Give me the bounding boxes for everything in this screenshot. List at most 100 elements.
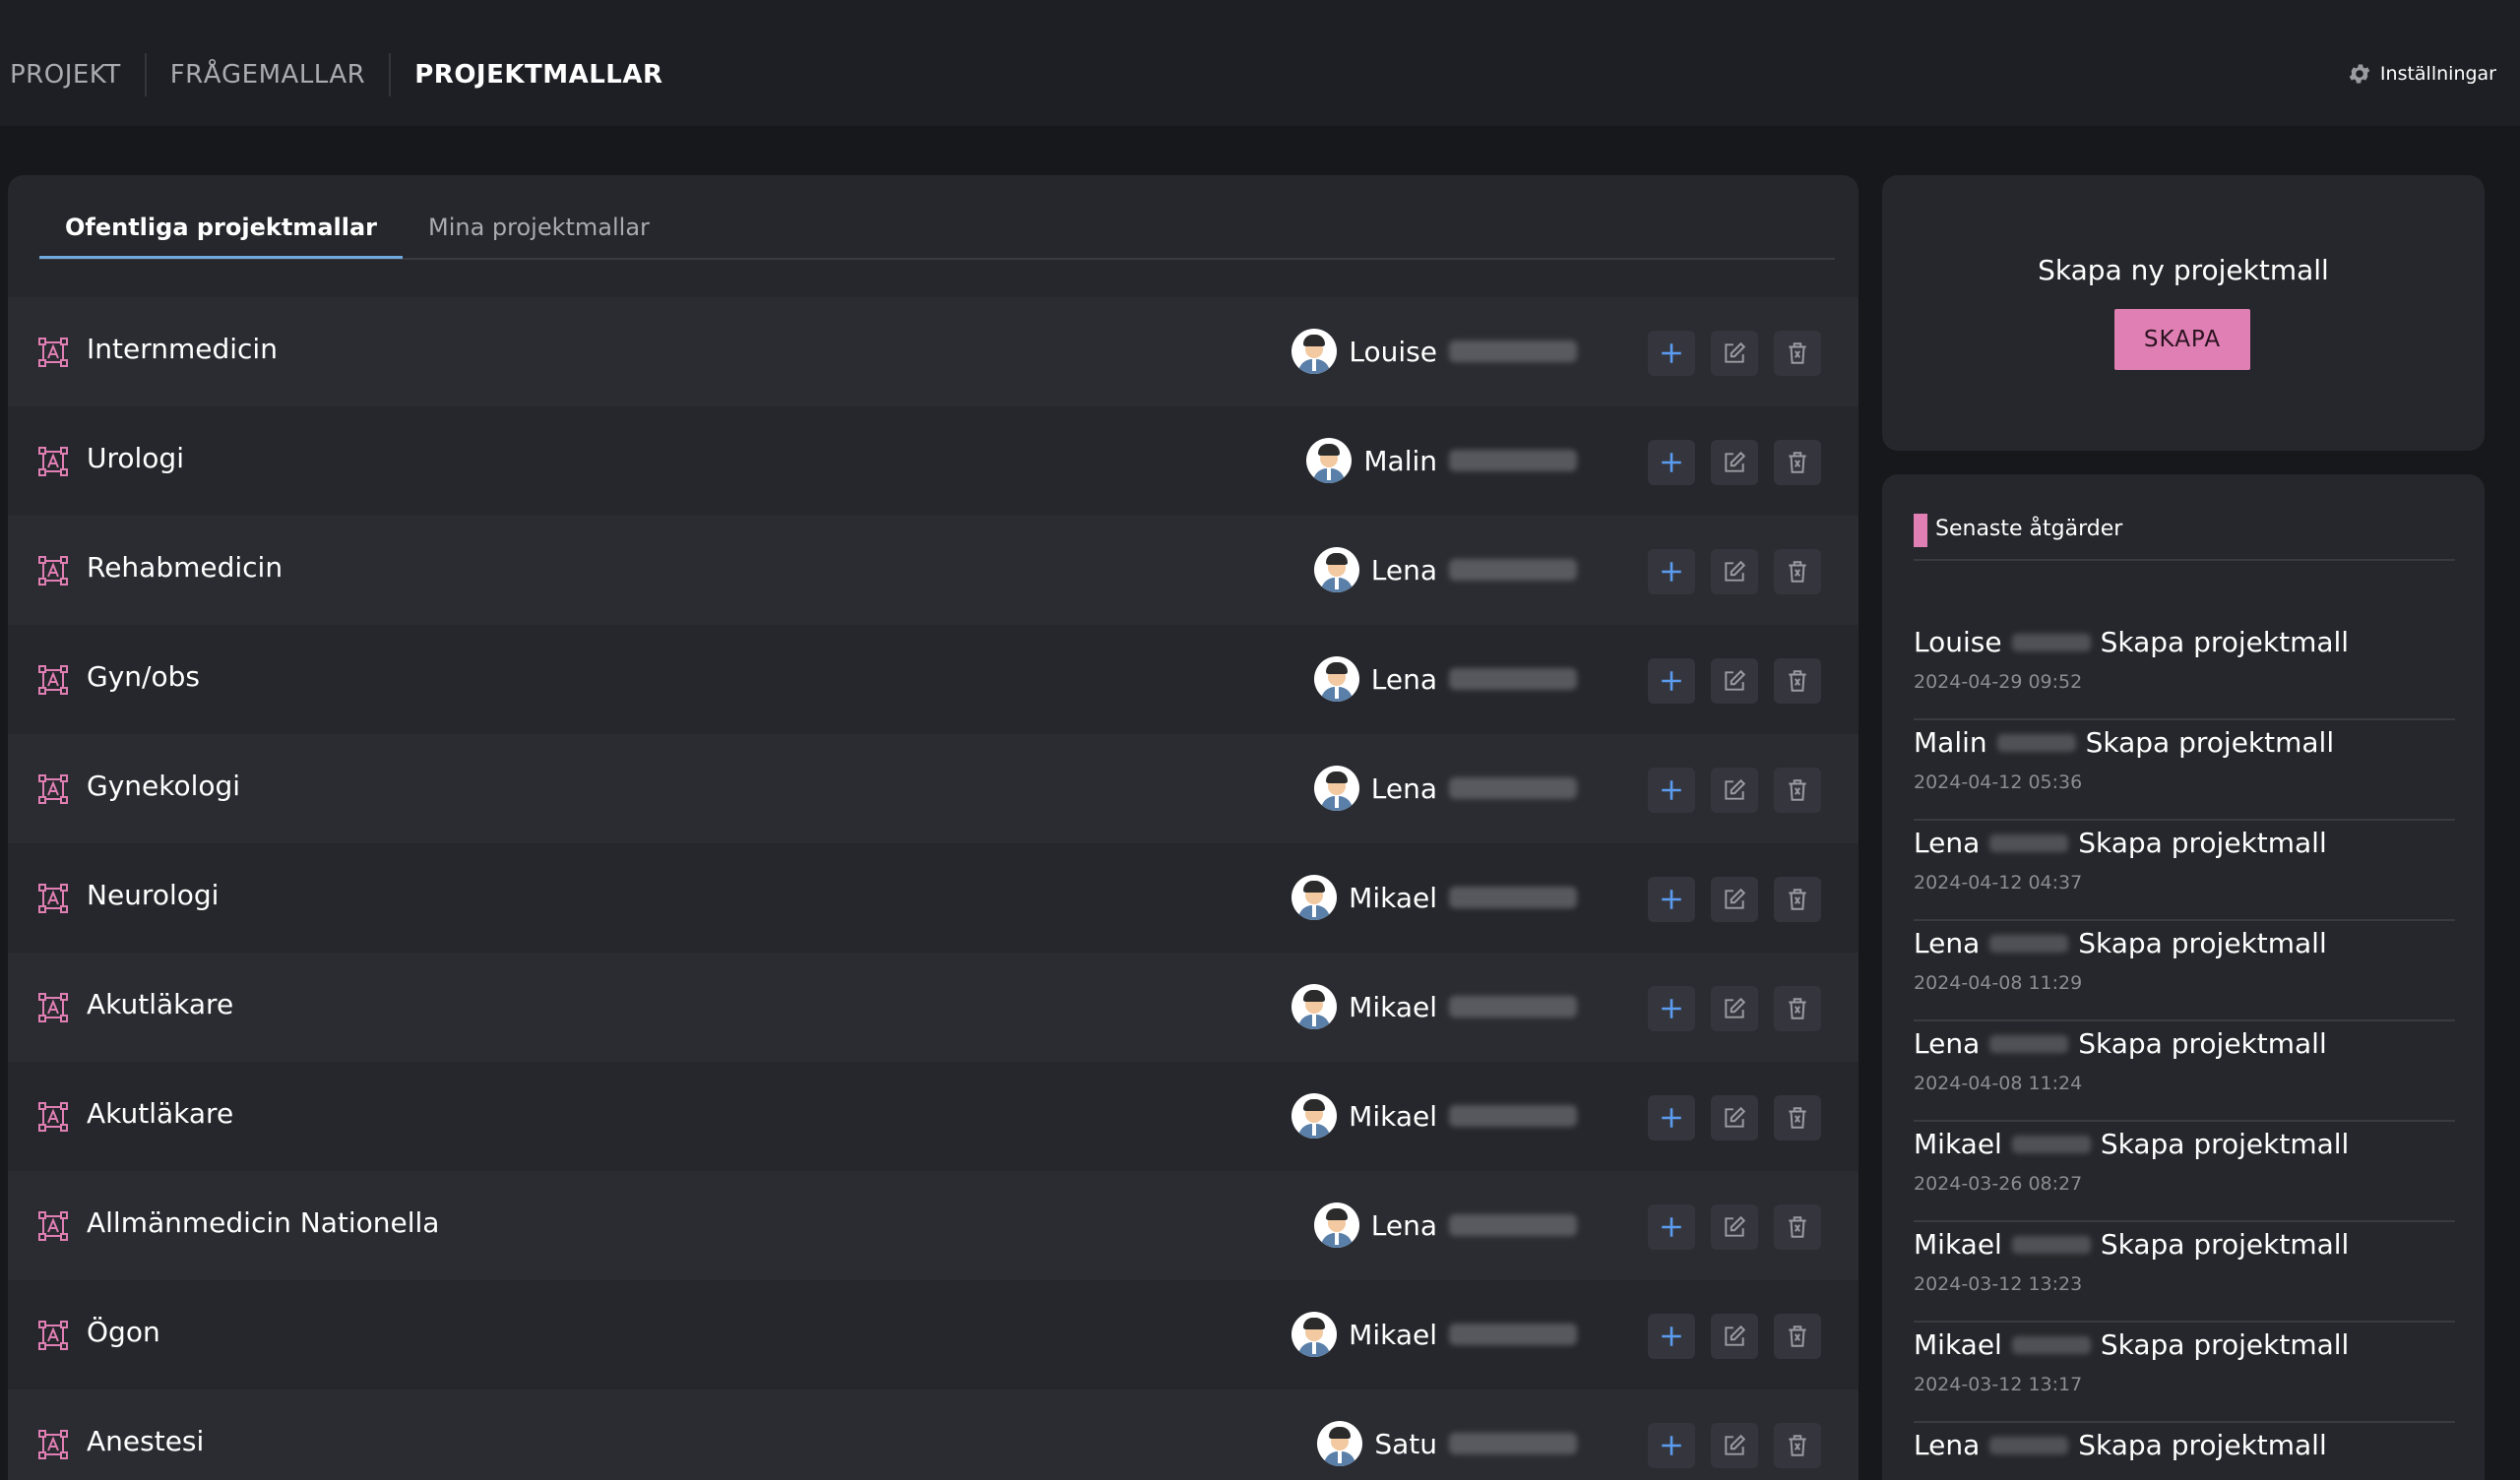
table-row[interactable]: Gyn/obs Lena bbox=[8, 625, 1858, 734]
recent-action: Skapa projektmall bbox=[2100, 1128, 2350, 1160]
delete-button[interactable] bbox=[1774, 331, 1821, 376]
owner-name: Lena bbox=[1370, 553, 1437, 586]
edit-button[interactable] bbox=[1711, 1095, 1758, 1141]
redacted-surname bbox=[1449, 559, 1577, 581]
edit-button[interactable] bbox=[1711, 986, 1758, 1031]
table-row[interactable]: Neurologi Mikael bbox=[8, 843, 1858, 953]
edit-icon bbox=[1725, 778, 1746, 800]
plus-icon bbox=[1662, 1217, 1681, 1237]
template-icon bbox=[38, 1430, 68, 1459]
redacted-surname bbox=[1996, 733, 2076, 752]
table-row[interactable]: Urologi Malin bbox=[8, 406, 1858, 516]
table-row[interactable]: Akutläkare Mikael bbox=[8, 953, 1858, 1062]
add-button[interactable] bbox=[1648, 331, 1695, 376]
recent-timestamp: 2024-04-12 04:37 bbox=[1914, 872, 2083, 894]
recent-user: Lena bbox=[1914, 827, 1981, 859]
add-button[interactable] bbox=[1648, 768, 1695, 813]
table-row[interactable]: Rehabmedicin Lena bbox=[8, 516, 1858, 625]
add-button[interactable] bbox=[1648, 658, 1695, 704]
template-icon bbox=[38, 665, 68, 695]
edit-icon bbox=[1725, 560, 1746, 582]
redacted-surname bbox=[2011, 633, 2091, 651]
edit-button[interactable] bbox=[1711, 877, 1758, 922]
owner-name: Satu bbox=[1374, 1427, 1437, 1460]
owner-name: Lena bbox=[1370, 1208, 1437, 1242]
tab-my-templates[interactable]: Mina projektmallar bbox=[403, 199, 675, 256]
avatar bbox=[1313, 656, 1359, 702]
edit-icon bbox=[1725, 1325, 1746, 1346]
delete-button[interactable] bbox=[1774, 1095, 1821, 1141]
template-name: Akutläkare bbox=[87, 1097, 234, 1130]
add-button[interactable] bbox=[1648, 549, 1695, 594]
redacted-surname bbox=[1989, 1436, 2069, 1454]
table-row[interactable]: Ögon Mikael bbox=[8, 1280, 1858, 1389]
recent-timestamp: 2024-04-29 09:52 bbox=[1914, 671, 2083, 693]
table-row[interactable]: Internmedicin Louise bbox=[8, 297, 1858, 406]
owner-name: Mikael bbox=[1349, 990, 1437, 1023]
nav-projekt[interactable]: PROJEKT bbox=[10, 55, 145, 94]
redacted-surname bbox=[1449, 340, 1577, 362]
edit-icon bbox=[1725, 888, 1746, 909]
recent-timestamp: 2024-03-26 08:27 bbox=[1914, 1173, 2083, 1195]
add-button[interactable] bbox=[1648, 1314, 1695, 1359]
add-button[interactable] bbox=[1648, 1095, 1695, 1141]
recent-user: Lena bbox=[1914, 927, 1981, 959]
delete-button[interactable] bbox=[1774, 986, 1821, 1031]
delete-button[interactable] bbox=[1774, 877, 1821, 922]
row-actions bbox=[1648, 768, 1821, 813]
recent-title: Senaste åtgärder bbox=[1935, 517, 2123, 541]
template-name: Akutläkare bbox=[87, 988, 234, 1020]
add-button[interactable] bbox=[1648, 1423, 1695, 1468]
edit-button[interactable] bbox=[1711, 549, 1758, 594]
table-row[interactable]: Gynekologi Lena bbox=[8, 734, 1858, 843]
template-name: Urologi bbox=[87, 442, 184, 474]
add-button[interactable] bbox=[1648, 877, 1695, 922]
recent-action: Skapa projektmall bbox=[2100, 1328, 2350, 1361]
redacted-surname bbox=[1989, 833, 2069, 852]
template-name: Allmänmedicin Nationella bbox=[87, 1206, 440, 1239]
redacted-surname bbox=[1449, 1324, 1577, 1345]
template-icon bbox=[38, 993, 68, 1022]
add-button[interactable] bbox=[1648, 986, 1695, 1031]
add-button[interactable] bbox=[1648, 440, 1695, 485]
recent-line: Lena Skapa projektmall bbox=[1914, 927, 2327, 959]
edit-button[interactable] bbox=[1711, 658, 1758, 704]
settings-link[interactable]: Inställningar bbox=[2347, 61, 2496, 87]
template-icon bbox=[38, 338, 68, 367]
nav-tabs: PROJEKT FRÅGEMALLAR PROJEKTMALLAR bbox=[10, 53, 687, 96]
delete-button[interactable] bbox=[1774, 440, 1821, 485]
edit-button[interactable] bbox=[1711, 1314, 1758, 1359]
top-nav: PROJEKT FRÅGEMALLAR PROJEKTMALLAR Instäl… bbox=[0, 0, 2520, 126]
owner-name: Mikael bbox=[1349, 1099, 1437, 1133]
tab-public-templates[interactable]: Ofentliga projektmallar bbox=[39, 199, 403, 259]
edit-button[interactable] bbox=[1711, 1204, 1758, 1250]
edit-button[interactable] bbox=[1711, 440, 1758, 485]
redacted-surname bbox=[2011, 1235, 2091, 1254]
edit-button[interactable] bbox=[1711, 1423, 1758, 1468]
redacted-surname bbox=[1449, 996, 1577, 1018]
nav-projektmallar[interactable]: PROJEKTMALLAR bbox=[391, 55, 686, 94]
list-item: Lena Skapa projektmall 2024-04-12 04:37 bbox=[1914, 821, 2455, 921]
table-row[interactable]: Akutläkare Mikael bbox=[8, 1062, 1858, 1171]
accent-marker bbox=[1914, 514, 1927, 547]
row-actions bbox=[1648, 877, 1821, 922]
add-button[interactable] bbox=[1648, 1204, 1695, 1250]
list-item: Lena Skapa projektmall 2024-04-08 11:24 bbox=[1914, 1021, 2455, 1122]
table-row[interactable]: Allmänmedicin Nationella Lena bbox=[8, 1171, 1858, 1280]
delete-button[interactable] bbox=[1774, 549, 1821, 594]
delete-button[interactable] bbox=[1774, 1314, 1821, 1359]
redacted-surname bbox=[1449, 668, 1577, 690]
delete-button[interactable] bbox=[1774, 1423, 1821, 1468]
delete-button[interactable] bbox=[1774, 768, 1821, 813]
nav-fragemallar[interactable]: FRÅGEMALLAR bbox=[147, 55, 390, 94]
edit-button[interactable] bbox=[1711, 768, 1758, 813]
recent-line: Mikael Skapa projektmall bbox=[1914, 1328, 2349, 1361]
owner-name: Malin bbox=[1363, 444, 1437, 477]
table-row[interactable]: Anestesi Satu bbox=[8, 1389, 1858, 1480]
redacted-surname bbox=[1989, 1034, 2069, 1053]
delete-button[interactable] bbox=[1774, 1204, 1821, 1250]
delete-button[interactable] bbox=[1774, 658, 1821, 704]
edit-button[interactable] bbox=[1711, 331, 1758, 376]
create-button[interactable]: SKAPA bbox=[2114, 309, 2250, 370]
plus-icon bbox=[1662, 780, 1681, 800]
